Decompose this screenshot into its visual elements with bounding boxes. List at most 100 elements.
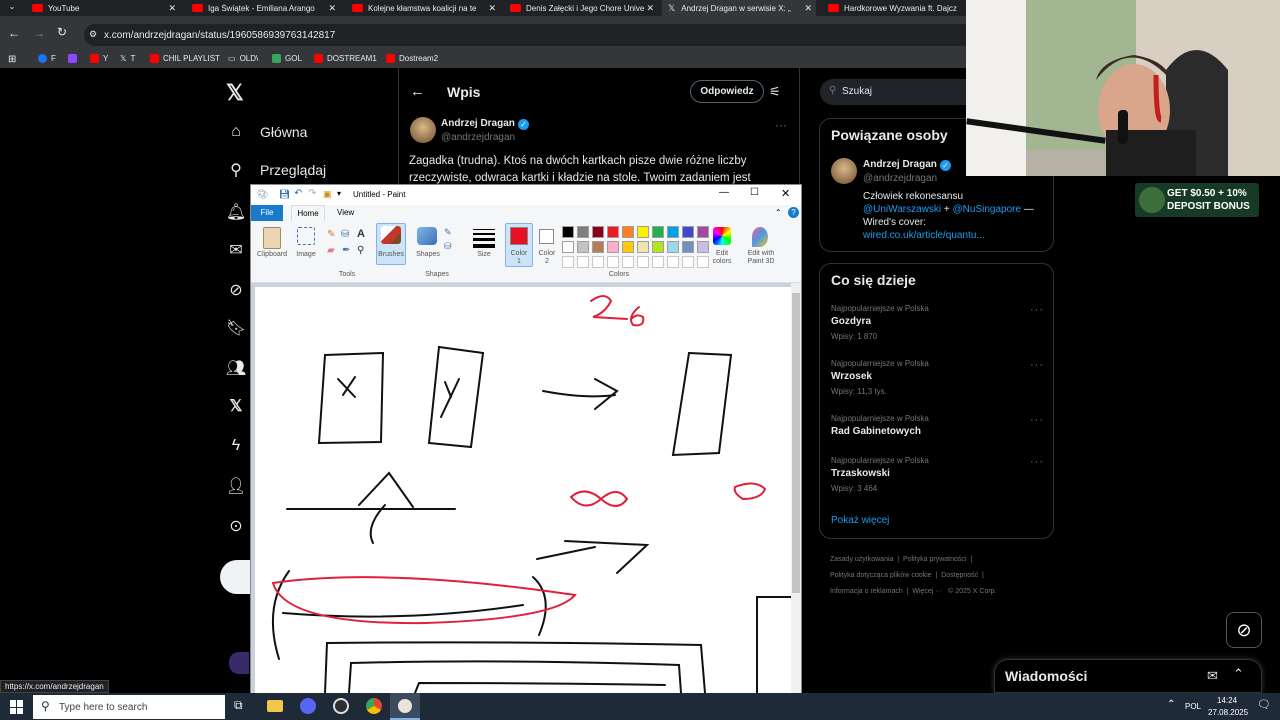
palette-swatch[interactable] [667, 241, 679, 253]
casino-ad-banner[interactable]: GET $0.50 + 10% DEPOSIT BONUS [1135, 183, 1259, 217]
edit-colors-icon[interactable] [713, 227, 731, 245]
nusingapore-link[interactable]: @NuSingapore [953, 204, 1022, 215]
trend-item[interactable]: Najpopularniejsze w Polska Gozdyra Wpisy: … [831, 304, 929, 341]
trend-more-icon[interactable]: ··· [1030, 359, 1044, 371]
grok-floating-button[interactable]: ⊘ [1226, 612, 1262, 648]
text-icon[interactable]: A [357, 228, 365, 240]
palette-swatch[interactable] [682, 226, 694, 238]
notifications-icon[interactable]: 🗨︎ [1257, 698, 1271, 711]
messages-drawer[interactable]: Wiadomości ✉ ⌃ [994, 659, 1262, 693]
bookmark-y[interactable]: Y [90, 54, 108, 63]
trend-item[interactable]: Najpopularniejsze w Polska Wrzosek Wpisy: … [831, 359, 929, 396]
undo-icon[interactable]: ↶ [294, 188, 302, 199]
clipboard-label[interactable]: Clipboard [253, 251, 291, 258]
palette-swatch[interactable] [652, 226, 664, 238]
language-indicator[interactable]: POL [1185, 702, 1201, 711]
nav-explore[interactable]: ⚲ Przeglądaj [226, 160, 326, 180]
canvas-vertical-scrollbar[interactable] [791, 283, 801, 693]
notifications-icon[interactable]: 🔔︎ [226, 202, 246, 222]
bookmark-dostream2[interactable]: Dostream2 [386, 54, 438, 63]
bookmark-twitch[interactable] [68, 54, 77, 63]
palette-empty-swatch[interactable] [652, 256, 664, 268]
image-select-icon[interactable] [297, 227, 315, 245]
shape-fill-icon[interactable]: ⛁ [444, 241, 452, 252]
tray-chevron-icon[interactable]: ⌃ [1167, 699, 1175, 710]
bookmark-f[interactable]: F [38, 54, 56, 63]
discord-icon[interactable] [300, 698, 316, 714]
x-logo-icon[interactable]: 𝕏 [226, 80, 244, 106]
size-icon[interactable] [473, 229, 495, 248]
palette-swatch[interactable] [592, 226, 604, 238]
apps-grid-icon[interactable]: ⊞ [8, 54, 16, 65]
palette-swatch[interactable] [652, 241, 664, 253]
tab-list-button[interactable]: ⌄ [4, 2, 20, 14]
edit-colors-label[interactable]: Edit colors [707, 250, 737, 266]
edit-paint3d-label[interactable]: Edit with Paint 3D [741, 250, 781, 266]
bookmarks-icon[interactable]: 🔖︎ [226, 318, 246, 338]
messages-icon[interactable]: ✉ [226, 240, 246, 260]
palette-empty-swatch[interactable] [592, 256, 604, 268]
color2-label[interactable]: Color 2 [535, 250, 559, 266]
palette-swatch[interactable] [682, 241, 694, 253]
paint3d-icon[interactable] [752, 227, 768, 247]
reply-settings-icon[interactable]: ⚟ [769, 84, 781, 100]
related-name[interactable]: Andrzej Dragan [863, 159, 937, 170]
close-tab-icon[interactable]: ✕ [646, 3, 654, 14]
quick-access-icon[interactable]: ▣ [323, 189, 332, 200]
bookmark-dostream1[interactable]: DOSTREAM1 [314, 54, 377, 63]
ribbon-collapse-icon[interactable]: ⌃ [775, 208, 782, 217]
verified-orgs-icon[interactable]: ϟ [226, 436, 246, 456]
nav-home[interactable]: ⌂ Główna [226, 122, 307, 142]
magnifier-icon[interactable]: ⚲ [357, 245, 364, 256]
tab-view[interactable]: View [337, 208, 354, 217]
site-info-icon[interactable]: ⚙ [89, 29, 97, 40]
back-icon[interactable]: ← [8, 26, 20, 40]
profile-icon[interactable]: 👤︎ [226, 476, 246, 496]
palette-swatch[interactable] [637, 241, 649, 253]
bookmark-gol[interactable]: GOL [272, 54, 302, 63]
close-tab-icon[interactable]: ✕ [168, 3, 176, 14]
start-button[interactable] [10, 700, 24, 714]
clock-date[interactable]: 27.08.2025 [1208, 708, 1248, 717]
palette-empty-swatch[interactable] [637, 256, 649, 268]
color-picker-icon[interactable]: ✒ [342, 245, 350, 256]
tab-hardkorowe[interactable]: Hardkorowe Wyzwania ft. Dajcz [822, 0, 966, 16]
palette-empty-swatch[interactable] [577, 256, 589, 268]
new-message-icon[interactable]: ✉ [1207, 668, 1218, 684]
tab-iga[interactable]: Iga Świątek - Emiliana Arango | ✕ [186, 0, 340, 16]
more-icon[interactable]: ⊙ [226, 516, 246, 536]
eraser-icon[interactable]: ▰ [327, 245, 335, 256]
redo-icon[interactable]: ↷ [308, 188, 316, 199]
palette-swatch[interactable] [607, 226, 619, 238]
file-explorer-icon[interactable] [267, 700, 283, 712]
palette-swatch[interactable] [577, 241, 589, 253]
drawing-canvas[interactable] [255, 287, 791, 693]
minimize-button[interactable]: — [719, 187, 729, 198]
tab-denis[interactable]: Denis Załęcki i Jego Chore Unive ✕ [504, 0, 658, 16]
tab-youtube[interactable]: YouTube ✕ [26, 0, 180, 16]
author-avatar[interactable] [410, 117, 436, 143]
close-tab-icon[interactable]: ✕ [804, 3, 812, 14]
palette-swatch[interactable] [562, 241, 574, 253]
tab-x-active[interactable]: 𝕏 Andrzej Dragan w serwisie X: „ ✕ [662, 0, 816, 16]
url-input[interactable]: ⚙ x.com/andrzejdragan/status/19605869397… [84, 24, 984, 46]
bookmark-t[interactable]: 𝕏T [120, 54, 135, 63]
palette-swatch[interactable] [592, 241, 604, 253]
uniwarszawski-link[interactable]: @UniWarszawski [863, 204, 941, 215]
trend-more-icon[interactable]: ··· [1030, 304, 1044, 316]
maximize-button[interactable]: ☐ [750, 187, 759, 198]
tab-home[interactable]: Home [291, 205, 325, 221]
forward-icon[interactable]: → [33, 26, 45, 40]
scroll-thumb[interactable] [792, 293, 800, 593]
tweet-more-icon[interactable]: ··· [775, 118, 787, 132]
palette-swatch[interactable] [622, 241, 634, 253]
show-more-link[interactable]: Pokaż więcej [831, 515, 889, 526]
color2-swatch[interactable] [539, 229, 554, 244]
back-arrow-icon[interactable]: ← [410, 83, 425, 100]
palette-swatch[interactable] [607, 241, 619, 253]
reload-icon[interactable]: ↻ [57, 25, 67, 39]
close-button[interactable]: ✕ [781, 187, 790, 200]
palette-empty-swatch[interactable] [622, 256, 634, 268]
close-tab-icon[interactable]: ✕ [328, 3, 336, 14]
palette-swatch[interactable] [622, 226, 634, 238]
